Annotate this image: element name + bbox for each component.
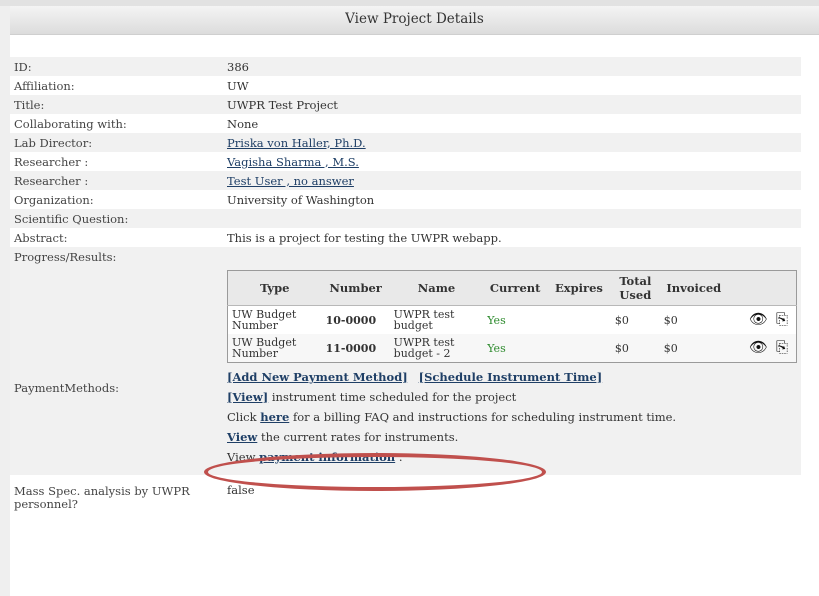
edit-copy-icon[interactable]: ⎘ [772, 340, 792, 355]
payment-number: 10-0000 [321, 305, 390, 334]
payment-type: UW Budget Number [227, 334, 322, 363]
payment-info-prefix: View [227, 450, 260, 464]
payment-header-row: Type Number Name Current Expires Total U… [227, 270, 797, 306]
payment-expires [547, 334, 611, 363]
person-link[interactable]: Vagisha Sharma , M.S. [227, 155, 359, 169]
detail-value: Vagisha Sharma , M.S. [223, 152, 801, 171]
payment-invoiced: $0 [659, 334, 728, 363]
detail-value: Priska von Haller, Ph.D. [223, 133, 801, 152]
eye-icon[interactable]: 👁 [749, 312, 769, 327]
payment-actions: 👁 ⎘ [727, 305, 797, 334]
detail-label: Affiliation: [10, 76, 223, 95]
detail-label: Scientific Question: [10, 209, 223, 228]
payment-info-suffix: . [395, 450, 403, 464]
detail-value: UW [223, 76, 801, 95]
payment-methods-table: Type Number Name Current Expires Total U… [227, 270, 797, 363]
detail-row: Collaborating with: None [10, 114, 801, 133]
payment-name: UWPR test budget - 2 [389, 334, 484, 363]
detail-label: ID: [10, 57, 223, 76]
detail-label: Researcher : [10, 152, 223, 171]
payment-number: 11-0000 [321, 334, 390, 363]
detail-row: Researcher : Test User , no answer [10, 171, 801, 190]
payment-current: Yes [483, 334, 548, 363]
detail-value: University of Washington [223, 190, 801, 209]
payment-expires [547, 305, 611, 334]
col-invoiced: Invoiced [659, 270, 728, 306]
eye-icon[interactable]: 👁 [749, 340, 769, 355]
detail-value [223, 209, 801, 228]
detail-value: None [223, 114, 801, 133]
mass-spec-label: Mass Spec. analysis by UWPR personnel? [10, 475, 223, 511]
detail-row: Abstract: This is a project for testing t… [10, 228, 801, 247]
payment-methods-label: PaymentMethods: [10, 266, 223, 475]
billing-faq-prefix: Click [227, 410, 261, 424]
billing-faq-line: Click here for a billing FAQ and instruc… [227, 407, 797, 427]
rates-text: the current rates for instruments. [257, 430, 459, 444]
scheduled-time-text: instrument time scheduled for the projec… [268, 390, 517, 404]
mass-spec-value: false [223, 475, 801, 511]
payment-row: UW Budget Number 11-0000 UWPR test budge… [227, 334, 797, 363]
detail-value: This is a project for testing the UWPR w… [223, 228, 801, 247]
detail-label: Abstract: [10, 228, 223, 247]
payment-current: Yes [483, 305, 548, 334]
payment-links: [Add New Payment Method] [Schedule Instr… [227, 367, 797, 467]
person-link[interactable]: Test User , no answer [227, 174, 354, 188]
col-total-used: Total Used [610, 270, 660, 306]
billing-faq-here-link[interactable]: here [260, 410, 289, 424]
detail-label: Title: [10, 95, 223, 114]
payment-name: UWPR test budget [389, 305, 484, 334]
detail-row: Title: UWPR Test Project [10, 95, 801, 114]
person-link[interactable]: Priska von Haller, Ph.D. [227, 136, 366, 150]
payment-row: UW Budget Number 10-0000 UWPR test budge… [227, 305, 797, 334]
detail-row: Scientific Question: [10, 209, 801, 228]
detail-label: Organization: [10, 190, 223, 209]
detail-value: UWPR Test Project [223, 95, 801, 114]
panel-title: View Project Details [10, 6, 819, 35]
payment-total-used: $0 [610, 305, 660, 334]
view-rates-link[interactable]: View [227, 430, 257, 444]
rates-line: View the current rates for instruments. [227, 427, 797, 447]
payment-methods-cell: Type Number Name Current Expires Total U… [223, 266, 801, 475]
payment-information-link[interactable]: payment information [259, 450, 395, 464]
detail-value: 386 [223, 57, 801, 76]
detail-row: Organization: University of Washington [10, 190, 801, 209]
detail-value: Test User , no answer [223, 171, 801, 190]
mass-spec-row: Mass Spec. analysis by UWPR personnel? f… [10, 475, 801, 511]
detail-label: Researcher : [10, 171, 223, 190]
edit-copy-icon[interactable]: ⎘ [772, 312, 792, 327]
payment-info-line: View payment information . [227, 447, 797, 467]
col-name: Name [389, 270, 484, 306]
payment-methods-row: PaymentMethods: Type Number Name Current… [10, 266, 801, 475]
payment-actions: 👁 ⎘ [727, 334, 797, 363]
scheduled-time-line: [View] instrument time scheduled for the… [227, 387, 797, 407]
col-current: Current [483, 270, 548, 306]
col-expires: Expires [547, 270, 611, 306]
schedule-instrument-time-link[interactable]: [Schedule Instrument Time] [419, 370, 602, 384]
detail-row: Progress/Results: [10, 247, 801, 266]
detail-row: ID: 386 [10, 57, 801, 76]
col-type: Type [227, 270, 322, 306]
detail-label: Lab Director: [10, 133, 223, 152]
billing-faq-suffix: for a billing FAQ and instructions for s… [289, 410, 677, 424]
payment-invoiced: $0 [659, 305, 728, 334]
detail-value [223, 247, 801, 266]
col-actions [727, 270, 797, 306]
detail-row: Researcher : Vagisha Sharma , M.S. [10, 152, 801, 171]
detail-label: Collaborating with: [10, 114, 223, 133]
detail-label: Progress/Results: [10, 247, 223, 266]
payment-total-used: $0 [610, 334, 660, 363]
detail-row: Lab Director: Priska von Haller, Ph.D. [10, 133, 801, 152]
project-details-table: ID: 386 Affiliation: UW Title: UWPR Test Proj… [10, 57, 801, 511]
view-scheduled-time-link[interactable]: [View] [227, 390, 268, 404]
detail-row: Affiliation: UW [10, 76, 801, 95]
payment-type: UW Budget Number [227, 305, 322, 334]
payment-action-links: [Add New Payment Method] [Schedule Instr… [227, 367, 797, 387]
col-number: Number [321, 270, 390, 306]
add-payment-method-link[interactable]: [Add New Payment Method] [227, 370, 408, 384]
